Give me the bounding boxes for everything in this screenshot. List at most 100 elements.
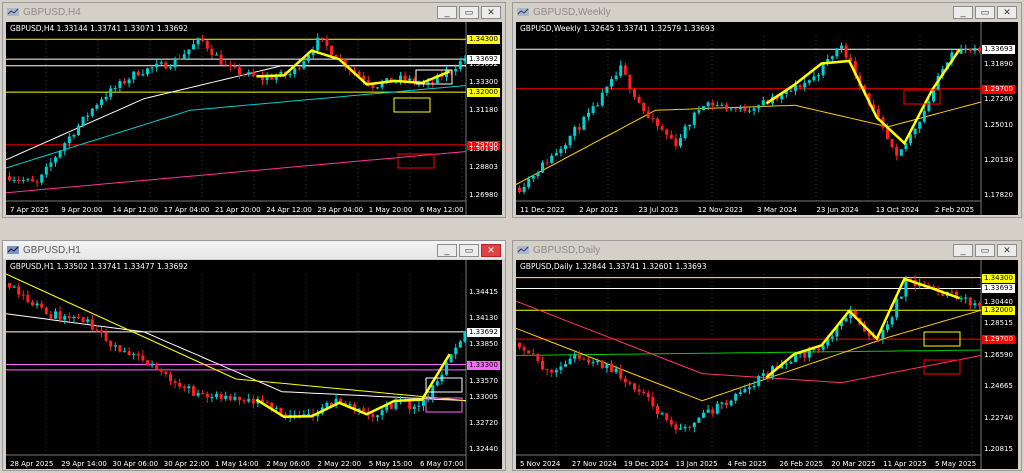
restore-button[interactable]: ▭	[459, 5, 479, 19]
window-titlebar[interactable]: GBPUSD,H1 _ ▭ ✕	[3, 241, 505, 259]
price-chart-canvas[interactable]	[6, 260, 502, 469]
candle-body	[403, 75, 407, 81]
candle-body	[463, 331, 467, 342]
chart-window-h4[interactable]: GBPUSD,H4 _ ▭ ✕ GBPUSD,H4 1.33144 1.3374…	[2, 2, 506, 218]
candle-body	[219, 54, 223, 65]
candle-body	[44, 166, 48, 175]
price-chart[interactable]: GBPUSD,Daily 1.32844 1.33741 1.32601 1.3…	[516, 260, 1018, 469]
price-chart-canvas[interactable]	[6, 22, 502, 215]
candle-body	[978, 47, 981, 52]
restore-button[interactable]: ▭	[975, 243, 995, 257]
price-axis-label: 1.22740	[984, 413, 1013, 422]
minimize-button[interactable]: _	[953, 243, 973, 257]
candle-body	[725, 104, 728, 110]
zigzag-indicator	[256, 49, 451, 86]
restore-button[interactable]: ▭	[975, 5, 995, 19]
candle-body	[233, 396, 237, 400]
candle-body	[541, 360, 544, 370]
candle-body	[679, 138, 682, 147]
candle-body	[169, 67, 172, 69]
candle-body	[316, 37, 320, 51]
time-axis-label: 3 Mar 2024	[757, 206, 798, 214]
price-chart-canvas[interactable]	[516, 22, 1018, 215]
candle-body	[720, 402, 724, 404]
candle-body	[798, 85, 802, 88]
time-axis-label: 27 Nov 2024	[571, 460, 617, 468]
annotation-box	[923, 359, 961, 375]
candle-body	[637, 389, 641, 392]
zigzag-indicator	[765, 48, 961, 146]
close-button[interactable]: ✕	[481, 243, 501, 257]
candle-body	[784, 363, 788, 365]
time-axis-label: 14 Apr 12:00	[112, 206, 159, 214]
candle-body	[123, 81, 126, 84]
candle-body	[679, 428, 682, 430]
candle-body	[173, 381, 177, 383]
time-axis-label: 2 May 06:00	[266, 460, 310, 468]
time-axis-label: 29 Apr 14:00	[61, 460, 107, 468]
minimize-button[interactable]: _	[953, 5, 973, 19]
ohlc-readout: GBPUSD,Weekly 1.32645 1.33741 1.32579 1.…	[520, 24, 715, 33]
time-axis-label: 1 May 20:00	[368, 206, 413, 214]
candle-body	[408, 400, 412, 409]
chart-window-weekly[interactable]: GBPUSD,Weekly _ ▭ ✕ GBPUSD,Weekly 1.3264…	[512, 2, 1022, 218]
candle-body	[238, 67, 241, 75]
candle-body	[600, 92, 604, 106]
candle-body	[95, 329, 99, 331]
candle-body	[964, 48, 968, 50]
price-chart[interactable]: GBPUSD,Weekly 1.32645 1.33741 1.32579 1.…	[516, 22, 1018, 215]
time-axis-label: 24 Apr 12:00	[266, 206, 312, 214]
time-axis-label: 13 Jan 2025	[675, 460, 718, 468]
candle-body	[660, 126, 664, 130]
price-axis-label: 1.32440	[469, 445, 498, 453]
candle-body	[63, 143, 67, 151]
candle-body	[577, 354, 581, 359]
candle-body	[752, 108, 756, 111]
candle-body	[109, 88, 113, 97]
price-axis-label: 1.34415	[469, 288, 498, 296]
minimize-button[interactable]: _	[437, 5, 457, 19]
candle-body	[35, 303, 39, 306]
candle-body	[619, 65, 623, 76]
window-titlebar[interactable]: GBPUSD,Daily _ ▭ ✕	[513, 241, 1021, 259]
candle-body	[522, 187, 526, 192]
candle-body	[596, 105, 600, 107]
restore-button[interactable]: ▭	[459, 243, 479, 257]
candle-body	[12, 286, 16, 288]
candle-body	[715, 105, 719, 107]
candle-body	[104, 96, 108, 100]
candle-body	[348, 404, 352, 406]
candle-body	[978, 303, 981, 306]
candle-body	[72, 134, 76, 137]
close-button[interactable]: ✕	[997, 5, 1017, 19]
chart-window-daily[interactable]: GBPUSD,Daily _ ▭ ✕ GBPUSD,Daily 1.32844 …	[512, 240, 1022, 471]
price-tag: 1.29700	[982, 335, 1015, 345]
candle-body	[527, 350, 531, 354]
moving-average-line	[6, 313, 467, 402]
candle-body	[150, 363, 154, 366]
chart-window-h1[interactable]: GBPUSD,H1 _ ▭ ✕ GBPUSD,H1 1.33502 1.3374…	[2, 240, 506, 471]
price-tag: 1.34300	[982, 273, 1015, 283]
window-titlebar[interactable]: GBPUSD,Weekly _ ▭ ✕	[513, 3, 1021, 21]
price-tag: 1.32000	[467, 88, 500, 98]
candle-body	[761, 100, 765, 106]
time-axis-label: 7 Apr 2025	[10, 206, 49, 214]
candle-body	[522, 347, 526, 351]
price-axis-label: 1.26980	[469, 191, 498, 199]
close-button[interactable]: ✕	[481, 5, 501, 19]
candle-body	[164, 62, 168, 69]
candle-body	[81, 317, 85, 322]
close-button[interactable]: ✕	[997, 243, 1017, 257]
minimize-button[interactable]: _	[437, 243, 457, 257]
price-chart[interactable]: GBPUSD,H1 1.33502 1.33741 1.33477 1.3369…	[6, 260, 502, 469]
candle-body	[376, 87, 379, 89]
candle-body	[835, 48, 839, 57]
price-chart[interactable]: GBPUSD,H4 1.33144 1.33741 1.33071 1.3369…	[6, 22, 502, 215]
window-titlebar[interactable]: GBPUSD,H4 _ ▭ ✕	[3, 3, 505, 21]
candle-body	[435, 381, 439, 386]
time-axis-label: 2 Feb 2025	[935, 206, 975, 214]
candle-body	[288, 74, 292, 76]
price-chart-canvas[interactable]	[516, 260, 1018, 469]
candle-body	[619, 368, 623, 379]
candle-body	[242, 400, 246, 402]
